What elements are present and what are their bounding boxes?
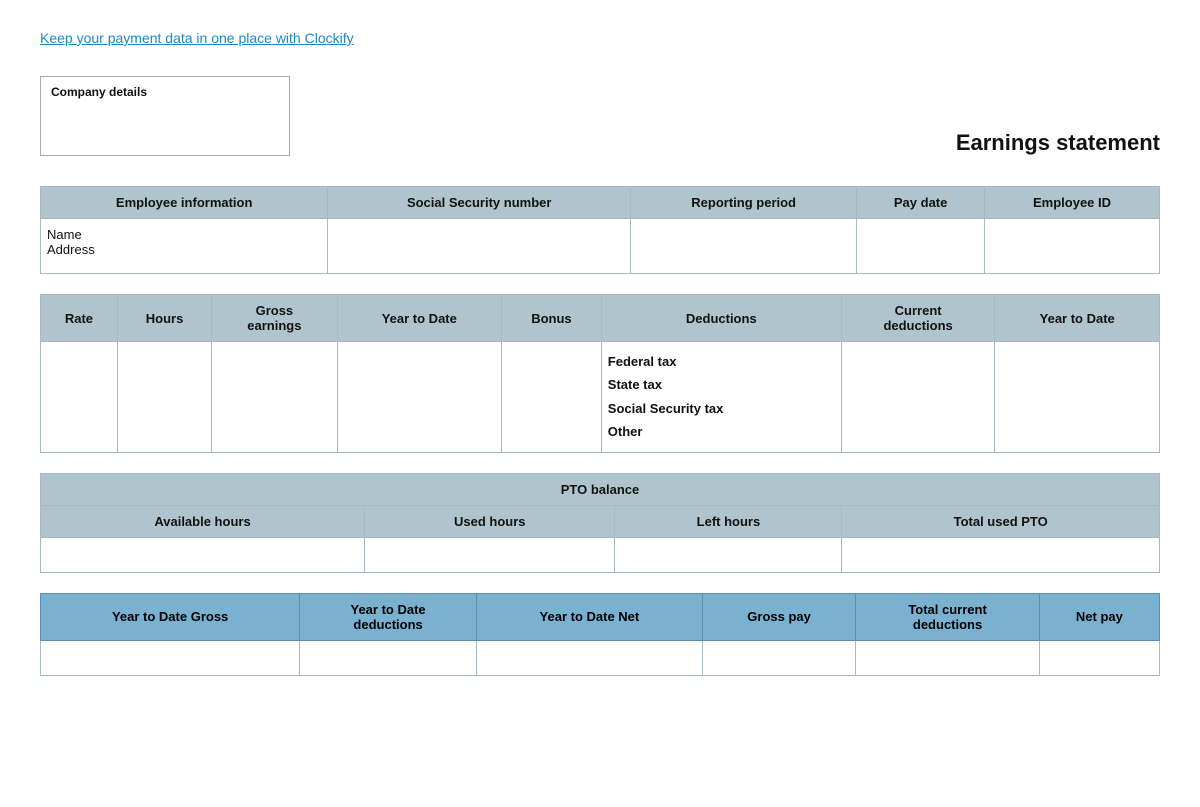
pto-cell-used	[365, 537, 615, 572]
sum-cell-total-current-deductions	[856, 640, 1039, 675]
pto-subheader-row: Available hours Used hours Left hours To…	[41, 505, 1160, 537]
employee-info-table: Employee information Social Security num…	[40, 186, 1160, 274]
pto-header-left: Left hours	[615, 505, 842, 537]
table-row: Federal taxState taxSocial Security taxO…	[41, 342, 1160, 453]
sum-cell-ytd-gross	[41, 640, 300, 675]
earn-cell-ytd	[337, 342, 502, 453]
table-row	[41, 640, 1160, 675]
emp-cell-paydate	[857, 219, 985, 274]
earn-cell-gross	[212, 342, 337, 453]
pto-title: PTO balance	[41, 473, 1160, 505]
earnings-table: Rate Hours Grossearnings Year to Date Bo…	[40, 294, 1160, 453]
earn-cell-deductions: Federal taxState taxSocial Security taxO…	[601, 342, 841, 453]
sum-cell-ytd-net	[476, 640, 702, 675]
earn-header-deductions: Deductions	[601, 295, 841, 342]
pto-cell-available	[41, 537, 365, 572]
earn-cell-hours	[117, 342, 211, 453]
earn-header-ytd2: Year to Date	[995, 295, 1160, 342]
emp-cell-period	[631, 219, 857, 274]
earn-header-current-deductions: Currentdeductions	[841, 295, 995, 342]
sum-header-gross-pay: Gross pay	[702, 593, 856, 640]
top-section: Company details Earnings statement	[40, 76, 1160, 156]
pto-cell-total	[842, 537, 1160, 572]
sum-cell-net-pay	[1039, 640, 1159, 675]
company-details-box: Company details	[40, 76, 290, 156]
earn-cell-current-deductions	[841, 342, 995, 453]
emp-header-id: Employee ID	[985, 187, 1160, 219]
earn-header-rate: Rate	[41, 295, 118, 342]
emp-cell-id	[985, 219, 1160, 274]
sum-header-ytd-deductions: Year to Datedeductions	[300, 593, 477, 640]
emp-header-ssn: Social Security number	[328, 187, 631, 219]
earn-header-bonus: Bonus	[502, 295, 602, 342]
earn-cell-rate	[41, 342, 118, 453]
earnings-title: Earnings statement	[956, 130, 1160, 156]
emp-cell-ssn	[328, 219, 631, 274]
pto-header-available: Available hours	[41, 505, 365, 537]
pto-cell-left	[615, 537, 842, 572]
sum-cell-gross-pay	[702, 640, 856, 675]
emp-header-paydate: Pay date	[857, 187, 985, 219]
company-details-label: Company details	[51, 85, 147, 99]
summary-table: Year to Date Gross Year to Datededuction…	[40, 593, 1160, 676]
pto-header-total: Total used PTO	[842, 505, 1160, 537]
earn-header-gross: Grossearnings	[212, 295, 337, 342]
earn-header-hours: Hours	[117, 295, 211, 342]
pto-header-row: PTO balance	[41, 473, 1160, 505]
pto-header-used: Used hours	[365, 505, 615, 537]
sum-cell-ytd-deductions	[300, 640, 477, 675]
sum-header-ytd-gross: Year to Date Gross	[41, 593, 300, 640]
emp-header-period: Reporting period	[631, 187, 857, 219]
pto-table: PTO balance Available hours Used hours L…	[40, 473, 1160, 573]
emp-cell-name-address: NameAddress	[41, 219, 328, 274]
clockify-link[interactable]: Keep your payment data in one place with…	[40, 30, 354, 46]
earn-cell-ytd2	[995, 342, 1160, 453]
sum-header-net-pay: Net pay	[1039, 593, 1159, 640]
table-row	[41, 537, 1160, 572]
sum-header-total-current-deductions: Total currentdeductions	[856, 593, 1039, 640]
sum-header-ytd-net: Year to Date Net	[476, 593, 702, 640]
table-row: NameAddress	[41, 219, 1160, 274]
earn-cell-bonus	[502, 342, 602, 453]
emp-header-info: Employee information	[41, 187, 328, 219]
earn-header-ytd: Year to Date	[337, 295, 502, 342]
